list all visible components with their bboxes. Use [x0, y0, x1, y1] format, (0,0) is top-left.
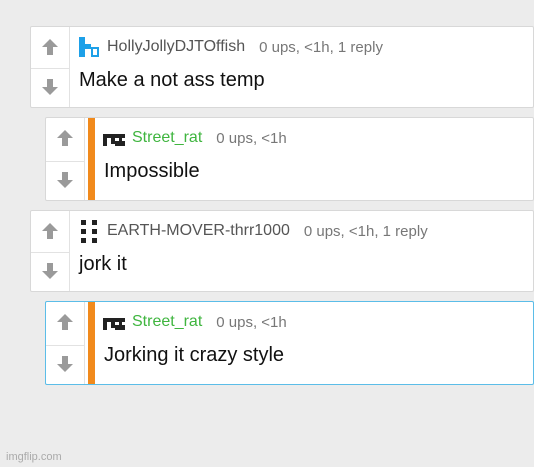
comment-body: Street_rat 0 ups, <1h Jorking it crazy s… [96, 302, 533, 384]
up-arrow-icon [42, 39, 58, 55]
comment-meta: HollyJollyDJTOffish 0 ups, <1h, 1 reply [77, 35, 533, 59]
comment-body: Street_rat 0 ups, <1h Impossible [96, 118, 533, 200]
downvote-button[interactable] [31, 252, 69, 289]
comment-body: EARTH-MOVER-thrr1000 0 ups, <1h, 1 reply… [71, 211, 533, 291]
comment: EARTH-MOVER-thrr1000 0 ups, <1h, 1 reply… [30, 210, 534, 292]
reply-indicator-bar [88, 302, 95, 384]
comment-meta: EARTH-MOVER-thrr1000 0 ups, <1h, 1 reply [77, 219, 533, 243]
down-arrow-icon [42, 263, 58, 279]
vote-column [31, 211, 70, 291]
downvote-button[interactable] [46, 161, 84, 198]
dotted-avatar-icon[interactable] [77, 219, 101, 243]
up-arrow-icon [42, 223, 58, 239]
username-link[interactable]: EARTH-MOVER-thrr1000 [107, 222, 290, 240]
comment-stats: 0 ups, <1h [216, 129, 287, 147]
down-arrow-icon [42, 79, 58, 95]
reply-indicator-bar [88, 118, 95, 200]
black-pixel-avatar-icon[interactable] [102, 310, 126, 334]
comment: HollyJollyDJTOffish 0 ups, <1h, 1 reply … [30, 26, 534, 108]
comment-text: jork it [79, 253, 127, 275]
up-arrow-icon [57, 130, 73, 146]
comment-meta: Street_rat 0 ups, <1h [102, 126, 533, 150]
comment-meta: Street_rat 0 ups, <1h [102, 310, 533, 334]
comment-text: Make a not ass temp [79, 69, 265, 91]
upvote-button[interactable] [31, 213, 69, 249]
upvote-button[interactable] [31, 29, 69, 65]
black-pixel-avatar-icon[interactable] [102, 126, 126, 150]
downvote-button[interactable] [46, 345, 84, 382]
comment-stats: 0 ups, <1h, 1 reply [259, 38, 383, 56]
vote-column [46, 118, 85, 200]
upvote-button[interactable] [46, 120, 84, 156]
blue-pixel-avatar-icon[interactable] [77, 35, 101, 59]
up-arrow-icon [57, 314, 73, 330]
down-arrow-icon [57, 172, 73, 188]
comment-text: Jorking it crazy style [104, 344, 285, 366]
comment-text: Impossible [104, 160, 200, 182]
username-link[interactable]: Street_rat [132, 129, 202, 147]
downvote-button[interactable] [31, 68, 69, 105]
imgflip-watermark: imgflip.com [6, 451, 62, 463]
down-arrow-icon [57, 356, 73, 372]
username-link[interactable]: Street_rat [132, 313, 202, 331]
vote-column [46, 302, 85, 384]
reply-comment: Street_rat 0 ups, <1h Impossible [45, 117, 534, 201]
upvote-button[interactable] [46, 304, 84, 340]
vote-column [31, 27, 70, 107]
comment-body: HollyJollyDJTOffish 0 ups, <1h, 1 reply … [71, 27, 533, 107]
comment-stats: 0 ups, <1h [216, 313, 287, 331]
comment-stats: 0 ups, <1h, 1 reply [303, 222, 428, 240]
username-link[interactable]: HollyJollyDJTOffish [107, 38, 245, 56]
reply-comment: Street_rat 0 ups, <1h Jorking it crazy s… [45, 301, 534, 385]
